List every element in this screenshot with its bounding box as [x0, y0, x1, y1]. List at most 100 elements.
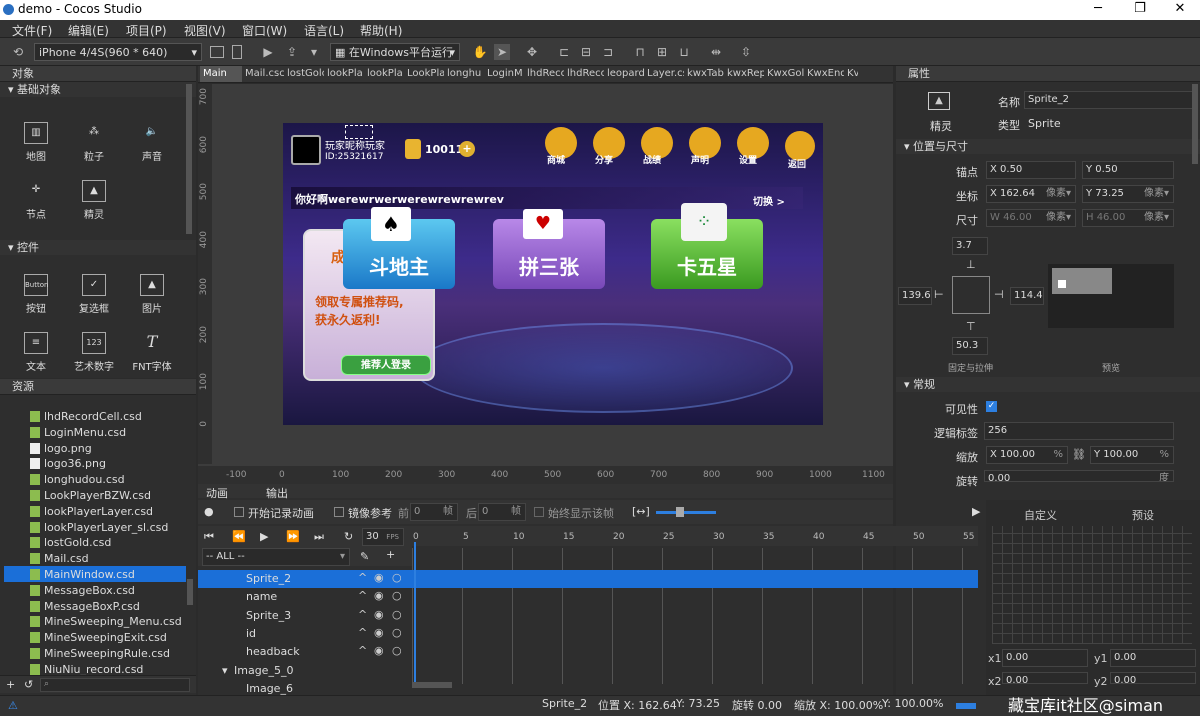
timeline-row[interactable]: headback ^ ◉ ○: [198, 643, 412, 661]
resource-item[interactable]: LoginMenu.csd: [30, 425, 126, 441]
margin-right-input[interactable]: 114.4: [1010, 287, 1044, 305]
x1-input[interactable]: 0.00: [1002, 649, 1088, 667]
publish-icon[interactable]: ⇪: [284, 44, 300, 60]
object-image[interactable]: ▲ 图片: [124, 270, 180, 322]
node-filter-select[interactable]: -- ALL -- ▾: [202, 548, 350, 566]
last-frame-icon[interactable]: ⏭: [314, 530, 324, 544]
first-frame-icon[interactable]: ⏮: [204, 530, 214, 544]
solo-icon[interactable]: ○: [392, 571, 402, 584]
align-left-icon[interactable]: ⊏: [556, 44, 572, 60]
distribute-h-icon[interactable]: ⇹: [708, 44, 724, 60]
resources-scrollbar[interactable]: [187, 579, 193, 605]
game-scene[interactable]: 玩家昵称玩家 ID:25321617 100111 + 商城 分享 战绩 声明 …: [283, 123, 823, 425]
resource-item[interactable]: MainWindow.csd: [30, 567, 135, 583]
refresh-icon[interactable]: ↺: [24, 678, 33, 691]
align-top-icon[interactable]: ⊓: [632, 44, 648, 60]
expand-curve-icon[interactable]: ▶: [972, 505, 980, 518]
link-scale-icon[interactable]: ⛓: [1072, 448, 1086, 461]
canvas-area[interactable]: 700 600 500 400 300 200 100 0 -100 0 100 200 300 400…: [198, 84, 938, 484]
play-icon[interactable]: ▶: [260, 530, 268, 543]
object-sound[interactable]: 🔈 声音: [124, 118, 180, 170]
tab-0[interactable]: Main: [200, 66, 242, 82]
portrait-icon[interactable]: [232, 45, 242, 59]
curve-grid[interactable]: [992, 526, 1192, 644]
resource-item[interactable]: lookPlayerLayer.csd: [30, 504, 153, 520]
object-button[interactable]: Button 按钮: [8, 270, 64, 322]
rotate-device-icon[interactable]: ⟲: [10, 44, 26, 60]
lock-toggle-icon[interactable]: ^: [358, 608, 367, 621]
visibility-icon[interactable]: ◉: [374, 608, 384, 621]
tab-15[interactable]: KwxEnd: [804, 66, 844, 82]
tab-11[interactable]: Layer.cs: [644, 66, 684, 82]
lock-toggle-icon[interactable]: ^: [358, 626, 367, 639]
tab-9[interactable]: lhdReco: [564, 66, 604, 82]
controls-section[interactable]: ▾ 控件: [0, 240, 196, 255]
tab-13[interactable]: kwxRep: [724, 66, 764, 82]
maximize-button[interactable]: ❐: [1120, 0, 1160, 20]
align-center-icon[interactable]: ⊟: [578, 44, 594, 60]
pin-left-icon[interactable]: ⊢: [934, 288, 944, 301]
anchor-y-input[interactable]: Y 0.50: [1082, 161, 1174, 179]
prev-frame-icon[interactable]: ⏪: [232, 530, 246, 543]
menu-file[interactable]: 文件(F): [12, 22, 52, 39]
tab-12[interactable]: kwxTabl: [684, 66, 724, 82]
tab-6[interactable]: longhu: [444, 66, 484, 82]
tab-14[interactable]: KwxGol: [764, 66, 804, 82]
status-zoom-slider[interactable]: [956, 703, 976, 709]
solo-icon[interactable]: ○: [392, 644, 402, 657]
frame-width-icon[interactable]: [↔]: [632, 505, 650, 518]
always-show-checkbox[interactable]: [534, 507, 544, 517]
run-target-select[interactable]: ▦ 在Windows平台运行 ▾: [330, 43, 460, 61]
menu-view[interactable]: 视图(V): [184, 22, 226, 39]
resource-item[interactable]: MessageBoxP.csd: [30, 599, 140, 615]
avatar[interactable]: [291, 135, 321, 165]
object-particle[interactable]: ⁂ 粒子: [66, 118, 122, 170]
timeline-grid[interactable]: [412, 548, 978, 684]
x2-input[interactable]: 0.00: [1002, 672, 1088, 684]
anchor-x-input[interactable]: X 0.50: [986, 161, 1076, 179]
before-input[interactable]: 0帧: [410, 503, 458, 521]
next-frame-icon[interactable]: ⏩: [286, 530, 300, 543]
resource-item[interactable]: longhudou.csd: [30, 472, 125, 488]
tab-16[interactable]: Kv: [844, 66, 858, 82]
loop-icon[interactable]: ↻: [344, 530, 353, 543]
name-input[interactable]: Sprite_2: [1024, 91, 1194, 109]
margin-top-input[interactable]: 3.7: [952, 237, 988, 255]
tab-animation[interactable]: 动画: [206, 485, 228, 501]
add-gold-button[interactable]: +: [459, 141, 475, 157]
resource-item[interactable]: logo.png: [30, 441, 92, 457]
pin-top-icon[interactable]: ⊥: [966, 258, 976, 271]
switch-button[interactable]: 切换 >: [753, 193, 785, 208]
object-map[interactable]: ▥ 地图: [8, 118, 64, 170]
solo-icon[interactable]: ○: [392, 608, 402, 621]
warning-icon[interactable]: ⚠: [8, 699, 18, 712]
select-tool-icon[interactable]: ➤: [494, 44, 510, 60]
objects-scrollbar[interactable]: [186, 84, 192, 234]
resolution-select[interactable]: iPhone 4/4S(960 * 640) ▾: [34, 43, 202, 61]
menu-help[interactable]: 帮助(H): [360, 22, 402, 39]
zoom-slider-handle[interactable]: [676, 507, 684, 517]
resource-item[interactable]: MineSweepingExit.csd: [30, 630, 167, 646]
size-w-input[interactable]: W 46.00 像素▾: [986, 209, 1076, 227]
record-checkbox[interactable]: [234, 507, 244, 517]
tag-input[interactable]: 256: [984, 422, 1174, 440]
tab-3[interactable]: lookPla: [324, 66, 364, 82]
resource-item[interactable]: logo36.png: [30, 456, 106, 472]
tab-2[interactable]: lostGolc: [284, 66, 324, 82]
hand-tool-icon[interactable]: ✋: [472, 44, 488, 60]
landscape-icon[interactable]: [210, 46, 224, 58]
unit-select[interactable]: 像素▾: [1046, 186, 1071, 202]
move-tool-icon[interactable]: ✥: [524, 44, 540, 60]
visibility-icon[interactable]: ◉: [374, 571, 384, 584]
unit-select[interactable]: 像素▾: [1144, 186, 1169, 202]
menu-language[interactable]: 语言(L): [304, 22, 344, 39]
object-art-number[interactable]: 123 艺术数字: [66, 328, 122, 380]
resource-item[interactable]: lhdRecordCell.csd: [30, 409, 142, 425]
edit-icon[interactable]: ✎: [360, 550, 369, 563]
lock-toggle-icon[interactable]: ^: [358, 571, 367, 584]
position-y-input[interactable]: Y 73.25 像素▾: [1082, 185, 1174, 203]
resource-item[interactable]: lostGold.csd: [30, 535, 111, 551]
pin-right-icon[interactable]: ⊣: [994, 288, 1004, 301]
fps-input[interactable]: 30 FPS: [362, 528, 404, 546]
visible-checkbox[interactable]: ✓: [986, 401, 997, 412]
